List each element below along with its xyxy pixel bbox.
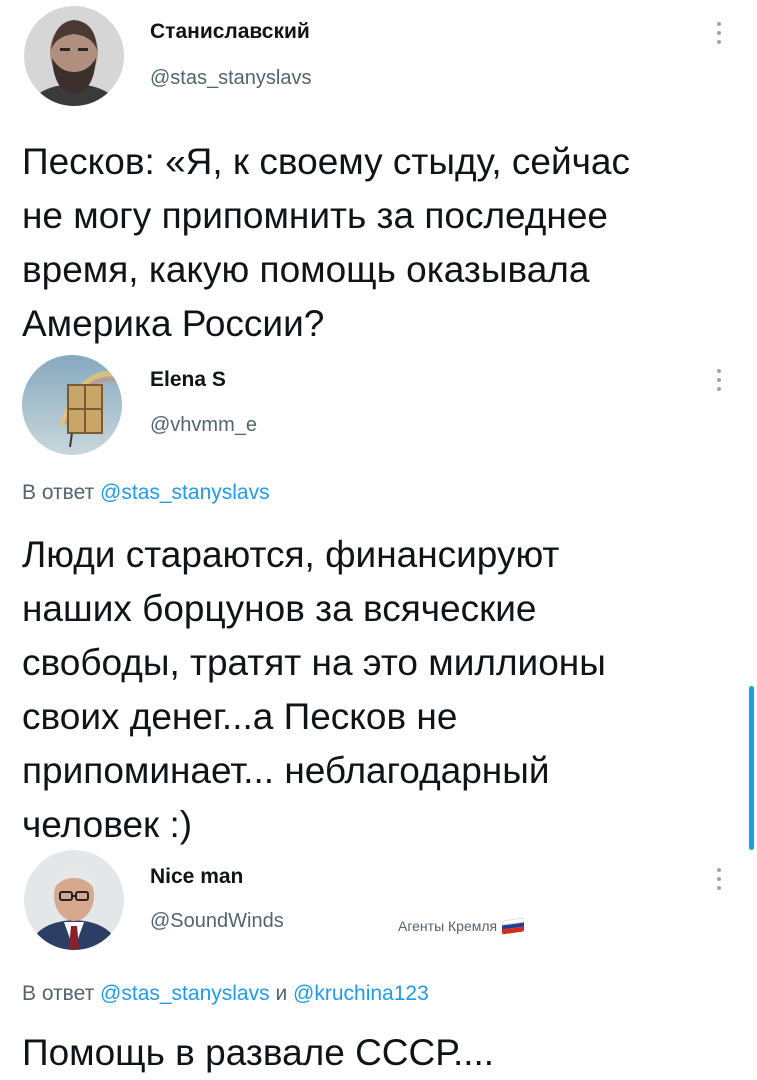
man-in-glasses-suit-avatar-icon [24, 850, 124, 950]
tweet-2[interactable]: Elena S @vhvmm_e В ответ @stas_stanyslav… [0, 355, 757, 855]
tweet-3[interactable]: Nice man @SoundWinds Агенты Кремля В отв… [0, 848, 757, 1080]
affiliation-label-text: Агенты Кремля [398, 918, 498, 934]
bearded-man-avatar-icon [24, 6, 124, 106]
tweet-1[interactable]: Станиславский @stas_stanyslavs Песков: «… [0, 0, 757, 360]
avatar[interactable] [24, 6, 124, 106]
tweet-text: Помощь в развале СССР.... [22, 1032, 495, 1073]
more-options-icon[interactable] [716, 369, 722, 396]
author-handle[interactable]: @SoundWinds [150, 910, 284, 933]
more-options-icon[interactable] [716, 22, 722, 49]
avatar[interactable] [22, 355, 122, 455]
author-handle[interactable]: @stas_stanyslavs [150, 67, 311, 90]
avatar[interactable] [24, 850, 124, 950]
tweet-text: Люди стараются, финансируют наших борцун… [22, 534, 606, 845]
author-name[interactable]: Nice man [150, 865, 243, 889]
window-with-rainbow-avatar-icon [22, 355, 122, 455]
reply-prefix: В ответ [22, 982, 95, 1005]
russian-flag-icon [502, 917, 525, 935]
reply-context: В ответ @stas_stanyslavs и @kruchina123 [22, 982, 429, 1006]
tweet-text: Песков: «Я, к своему стыду, сейчас не мо… [22, 141, 631, 344]
author-name[interactable]: Elena S [150, 368, 226, 392]
author-handle[interactable]: @vhvmm_e [150, 414, 257, 437]
reply-prefix: В ответ [22, 481, 95, 504]
reply-context: В ответ @stas_stanyslavs [22, 481, 270, 505]
reply-mention-link-2[interactable]: @kruchina123 [293, 982, 429, 1005]
affiliation-label[interactable]: Агенты Кремля [398, 917, 525, 935]
reply-mention-link[interactable]: @stas_stanyslavs [100, 481, 270, 504]
author-name[interactable]: Станиславский [150, 20, 310, 44]
reply-joiner: и [275, 982, 288, 1005]
scrollbar[interactable] [749, 686, 754, 850]
reply-mention-link[interactable]: @stas_stanyslavs [100, 982, 270, 1005]
more-options-icon[interactable] [716, 868, 722, 895]
